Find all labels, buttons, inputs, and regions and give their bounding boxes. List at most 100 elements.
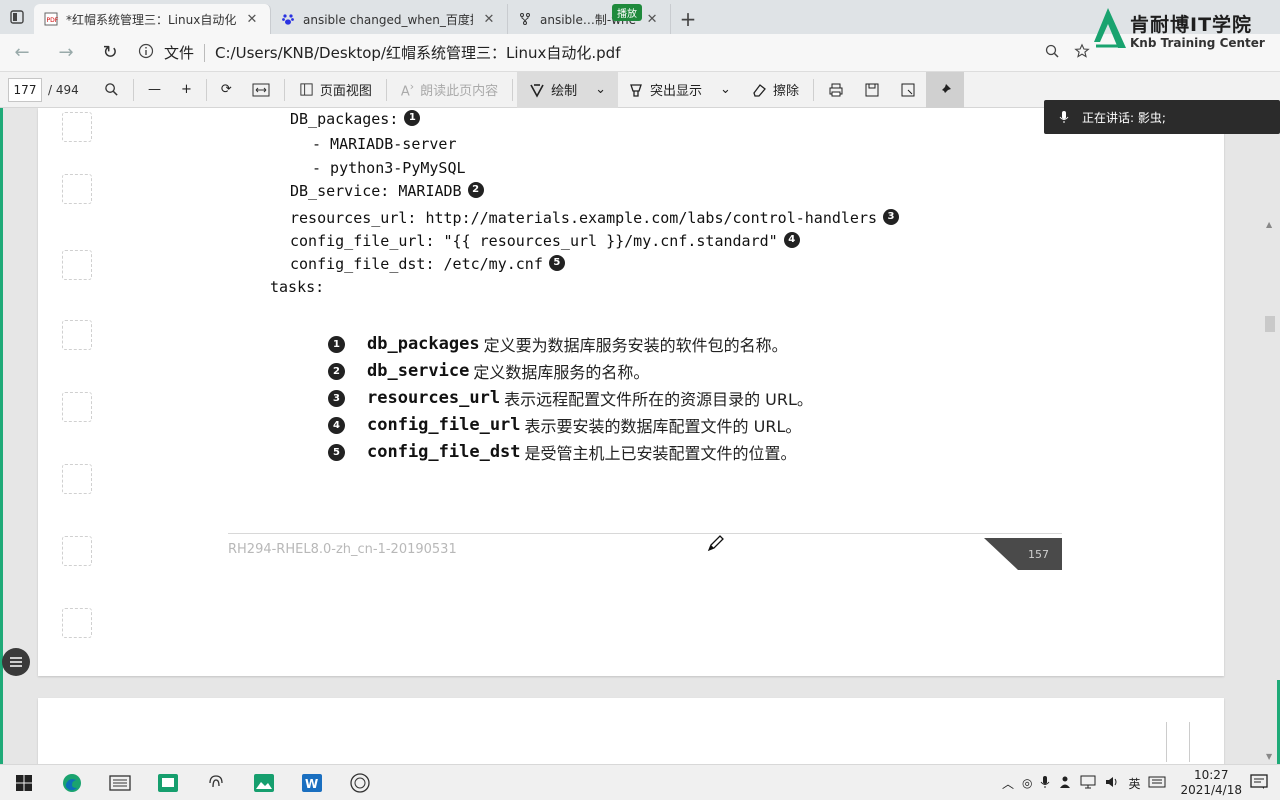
taskbar-app[interactable] — [144, 765, 192, 800]
margin-placeholder — [62, 250, 92, 280]
ime-indicator[interactable]: 英 — [1128, 775, 1140, 792]
annotation-item: 1 db_packages 定义要为数据库服务安装的软件包的名称。 — [328, 332, 788, 356]
erase-button[interactable]: 擦除 — [741, 72, 809, 108]
print-button[interactable] — [818, 72, 854, 108]
annotation-item: 5 config_file_dst 是受管主机上已安装配置文件的位置。 — [328, 440, 797, 464]
word-icon: W — [302, 773, 322, 792]
person-icon[interactable] — [1058, 775, 1072, 792]
callout-1: 1 — [328, 335, 345, 353]
chevron-up-icon[interactable]: ︿ — [1002, 775, 1014, 792]
system-clock[interactable]: 10:27 2021/4/18 — [1180, 768, 1242, 798]
code-line: tasks: — [270, 278, 325, 296]
callout-4: 4 — [328, 416, 345, 434]
draw-button[interactable]: 绘制 ⌄ — [517, 71, 619, 108]
watermark-cn: 肯耐博IT学院 — [1130, 14, 1253, 36]
pin-icon — [939, 83, 951, 95]
favorite-star-icon[interactable] — [1074, 43, 1090, 63]
page-number-input[interactable]: 177 — [8, 77, 42, 102]
save-button[interactable] — [854, 72, 890, 108]
url-field[interactable]: 文件 C:/Users/KNB/Desktop/红帽系统管理三：Linux自动化… — [138, 42, 620, 63]
callout-1: 1 — [404, 109, 421, 126]
annotation-term: resources_url — [367, 388, 501, 408]
margin-placeholder — [62, 464, 92, 494]
taskbar-app[interactable] — [96, 765, 144, 800]
chevron-down-icon[interactable]: ⌄ — [595, 82, 606, 97]
highlight-button[interactable]: 突出显示 ⌄ — [618, 72, 741, 108]
eraser-icon — [753, 83, 766, 97]
floating-menu-button[interactable] — [2, 648, 30, 676]
margin-placeholder — [62, 112, 92, 142]
scroll-down-arrow-icon[interactable]: ▼ — [1266, 752, 1272, 761]
chevron-down-icon[interactable]: ⌄ — [720, 82, 731, 97]
close-icon[interactable]: ✕ — [244, 12, 260, 27]
search-button[interactable] — [94, 72, 129, 108]
taskbar-app[interactable] — [240, 765, 288, 800]
forward-button[interactable]: → — [44, 34, 88, 72]
zoom-icon[interactable] — [1044, 43, 1060, 63]
tab-actions-icon[interactable] — [0, 0, 34, 34]
divider — [133, 78, 134, 101]
pdf-viewer[interactable]: DB_packages: 1 - MARIADB-server - python3… — [0, 108, 1280, 764]
save-icon — [865, 83, 879, 96]
zoom-in-button[interactable]: + — [171, 72, 202, 108]
url-text: C:/Users/KNB/Desktop/红帽系统管理三：Linux自动化.pd… — [215, 44, 621, 62]
tab-baidu[interactable]: ansible changed_when_百度搜索 ✕ — [271, 4, 508, 34]
network-app-icon[interactable]: ◎ — [1022, 776, 1032, 790]
margin-placeholder — [62, 320, 92, 350]
tab-label: *红帽系统管理三：Linux自动化.p — [66, 12, 236, 27]
taskbar-app[interactable] — [336, 765, 384, 800]
save-as-button[interactable] — [890, 72, 926, 108]
rotate-button[interactable]: ⟳ — [211, 72, 242, 108]
microphone-icon[interactable] — [1040, 775, 1050, 792]
scrollbar-thumb[interactable] — [1265, 316, 1275, 332]
annotation-item: 3 resources_url 表示远程配置文件所在的资源目录的 URL。 — [328, 386, 813, 410]
windows-taskbar: W ︿ ◎ 英 10:27 2021/4/18 — [0, 764, 1280, 800]
fit-width-icon — [252, 83, 270, 96]
clock-date: 2021/4/18 — [1180, 783, 1242, 797]
windows-logo-icon — [16, 774, 32, 791]
zoom-out-button[interactable]: — — [138, 72, 171, 108]
knb-logo-icon — [1094, 8, 1126, 48]
tab-pdf[interactable]: PDF *红帽系统管理三：Linux自动化.p ✕ — [34, 4, 271, 34]
fingerprint-icon — [209, 774, 223, 787]
highlight-label: 突出显示 — [650, 84, 703, 99]
annotation-desc: 表示要安装的数据库配置文件的 URL。 — [524, 417, 802, 436]
close-icon[interactable]: ✕ — [644, 12, 660, 27]
page-number: 157 — [1028, 548, 1049, 561]
erase-label: 擦除 — [772, 84, 799, 99]
refresh-button[interactable]: ↻ — [88, 34, 132, 72]
circle-app-icon — [350, 772, 370, 793]
display-icon[interactable] — [1080, 775, 1096, 792]
fit-width-button[interactable] — [242, 72, 280, 108]
keyboard-icon[interactable] — [1148, 776, 1166, 791]
callout-4: 4 — [783, 231, 800, 248]
tab-ansible-git[interactable]: ansible…制-whe ✕ — [508, 4, 672, 34]
code-line: DB_service: MARIADB 2 — [290, 181, 484, 200]
read-aloud-button[interactable]: A› 朗读此页内容 — [391, 72, 508, 108]
file-scheme-label: 文件 — [164, 44, 195, 62]
page-number-tab — [984, 538, 1062, 570]
notification-icon[interactable] — [1250, 773, 1268, 793]
svg-text:PDF: PDF — [47, 17, 59, 24]
back-button[interactable]: ← — [0, 34, 44, 72]
margin-placeholder — [62, 608, 92, 638]
taskbar-edge[interactable] — [48, 765, 96, 800]
taskbar-app[interactable] — [192, 765, 240, 800]
new-tab-button[interactable]: + — [671, 4, 705, 34]
system-tray: ︿ ◎ 英 10:27 2021/4/18 — [1002, 765, 1280, 800]
pin-toolbar-button[interactable] — [925, 71, 964, 108]
read-aloud-icon: A› — [400, 79, 415, 100]
scroll-up-arrow-icon[interactable]: ▲ — [1266, 220, 1272, 229]
annotation-term: db_packages — [367, 334, 480, 354]
speaking-indicator: 正在讲话: 影虫; — [1044, 100, 1280, 134]
page-view-button[interactable]: 页面视图 — [289, 72, 382, 108]
close-icon[interactable]: ✕ — [481, 12, 497, 27]
volume-icon[interactable] — [1104, 775, 1120, 792]
start-button[interactable] — [0, 765, 48, 800]
knb-watermark-logo: 肯耐博IT学院 Knb Training Center — [1090, 6, 1275, 54]
baidu-paw-icon — [281, 12, 295, 26]
divider — [385, 78, 387, 101]
screen-record-icon — [158, 773, 178, 792]
divider — [204, 43, 206, 62]
taskbar-word[interactable]: W — [288, 765, 336, 800]
